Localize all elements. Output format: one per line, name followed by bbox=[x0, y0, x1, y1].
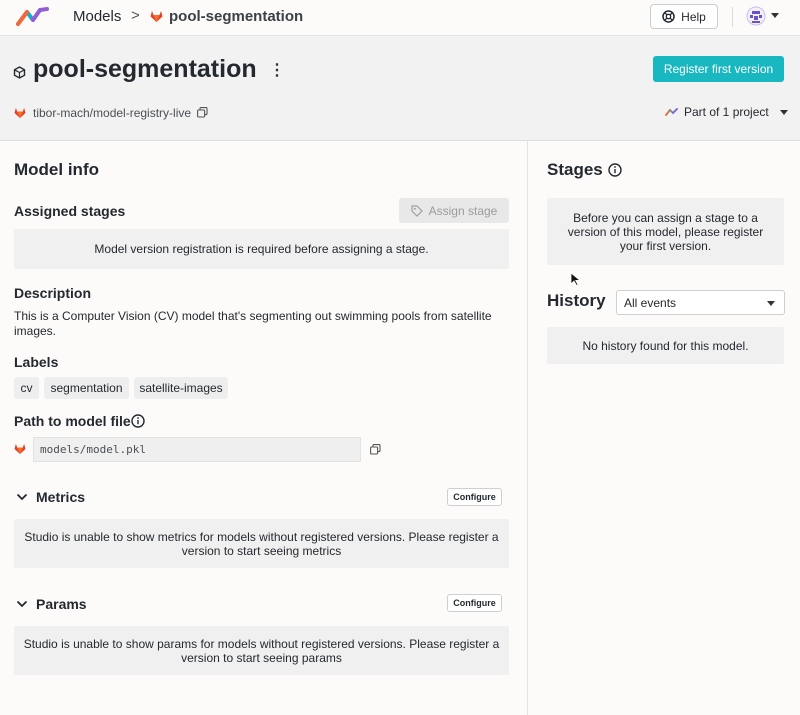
label-chip: segmentation bbox=[44, 377, 129, 399]
stages-empty: Before you can assign a stage to a versi… bbox=[547, 198, 784, 265]
chevron-down-icon bbox=[767, 301, 775, 306]
stages-empty-line: version of this model, please register bbox=[567, 224, 764, 239]
studio-logo-icon[interactable] bbox=[16, 6, 50, 28]
info-icon[interactable] bbox=[608, 163, 622, 177]
copy-icon[interactable] bbox=[197, 107, 208, 118]
project-label: Part of 1 project bbox=[684, 105, 769, 119]
assigned-stages-empty: Model version registration is required b… bbox=[14, 229, 509, 269]
label-chip: satellite-images bbox=[134, 377, 228, 399]
label-chip: cv bbox=[14, 377, 39, 399]
breadcrumb-separator: > bbox=[131, 7, 140, 24]
chevron-down-icon bbox=[779, 109, 788, 115]
repository-link[interactable]: tibor-mach/model-registry-live bbox=[33, 106, 191, 120]
model-header: pool-segmentation ⋮ Register first versi… bbox=[0, 36, 800, 141]
breadcrumb-models-link[interactable]: Models bbox=[73, 8, 121, 25]
info-icon[interactable] bbox=[131, 414, 145, 428]
metrics-configure-button[interactable]: Configure bbox=[447, 488, 502, 506]
history-filter-select[interactable]: All events bbox=[616, 290, 785, 315]
lifebuoy-icon bbox=[662, 10, 675, 23]
history-empty: No history found for this model. bbox=[547, 327, 784, 364]
stages-empty-line: Before you can assign a stage to a bbox=[573, 210, 758, 225]
params-empty-line: Studio is unable to show params for mode… bbox=[23, 636, 500, 651]
page-title: pool-segmentation bbox=[33, 55, 257, 83]
assign-stage-label: Assign stage bbox=[428, 203, 498, 218]
user-menu-caret-icon[interactable] bbox=[771, 13, 779, 18]
metrics-empty-line: Studio is unable to show metrics for mod… bbox=[24, 529, 499, 544]
path-heading: Path to model file bbox=[14, 413, 131, 429]
tag-icon bbox=[411, 204, 423, 217]
help-label: Help bbox=[681, 9, 706, 24]
stages-empty-line: your first version. bbox=[619, 238, 712, 253]
params-empty-line: version to start seeing params bbox=[181, 650, 342, 665]
project-dropdown[interactable]: Part of 1 project bbox=[665, 105, 788, 119]
chevron-down-icon[interactable] bbox=[16, 493, 28, 501]
gitlab-icon bbox=[150, 11, 163, 22]
history-filter-value: All events bbox=[624, 295, 677, 310]
model-info-heading: Model info bbox=[14, 160, 99, 179]
metrics-heading[interactable]: Metrics bbox=[36, 489, 85, 505]
project-logo-icon bbox=[665, 108, 678, 116]
labels-heading: Labels bbox=[14, 354, 59, 370]
gitlab-icon bbox=[14, 107, 26, 118]
metrics-empty-line: version to start seeing metrics bbox=[181, 543, 342, 558]
help-button[interactable]: Help bbox=[650, 4, 718, 29]
gitlab-icon bbox=[14, 443, 26, 454]
assigned-stages-heading: Assigned stages bbox=[14, 203, 126, 219]
params-heading[interactable]: Params bbox=[36, 596, 87, 612]
chevron-down-icon[interactable] bbox=[16, 600, 28, 608]
mouse-cursor-icon bbox=[570, 272, 581, 286]
more-options-icon[interactable]: ⋮ bbox=[269, 63, 285, 79]
register-first-version-button[interactable]: Register first version bbox=[653, 56, 784, 82]
description-text: This is a Computer Vision (CV) model tha… bbox=[14, 309, 492, 338]
stages-heading: Stages bbox=[547, 160, 603, 179]
metrics-empty: Studio is unable to show metrics for mod… bbox=[14, 519, 509, 568]
model-cube-icon bbox=[13, 66, 26, 79]
copy-icon[interactable] bbox=[370, 444, 381, 455]
top-nav: Models > pool-segmentation Help bbox=[0, 0, 800, 36]
model-path-field[interactable]: models/model.pkl bbox=[33, 437, 361, 462]
description-heading: Description bbox=[14, 285, 92, 301]
params-configure-button[interactable]: Configure bbox=[447, 594, 502, 612]
breadcrumb-current-model: pool-segmentation bbox=[169, 8, 304, 25]
nav-divider bbox=[732, 7, 733, 27]
history-heading: History bbox=[547, 291, 606, 310]
params-empty: Studio is unable to show params for mode… bbox=[14, 626, 509, 675]
user-avatar-icon[interactable] bbox=[746, 6, 766, 26]
assign-stage-button[interactable]: Assign stage bbox=[399, 198, 509, 223]
column-divider bbox=[527, 141, 528, 715]
